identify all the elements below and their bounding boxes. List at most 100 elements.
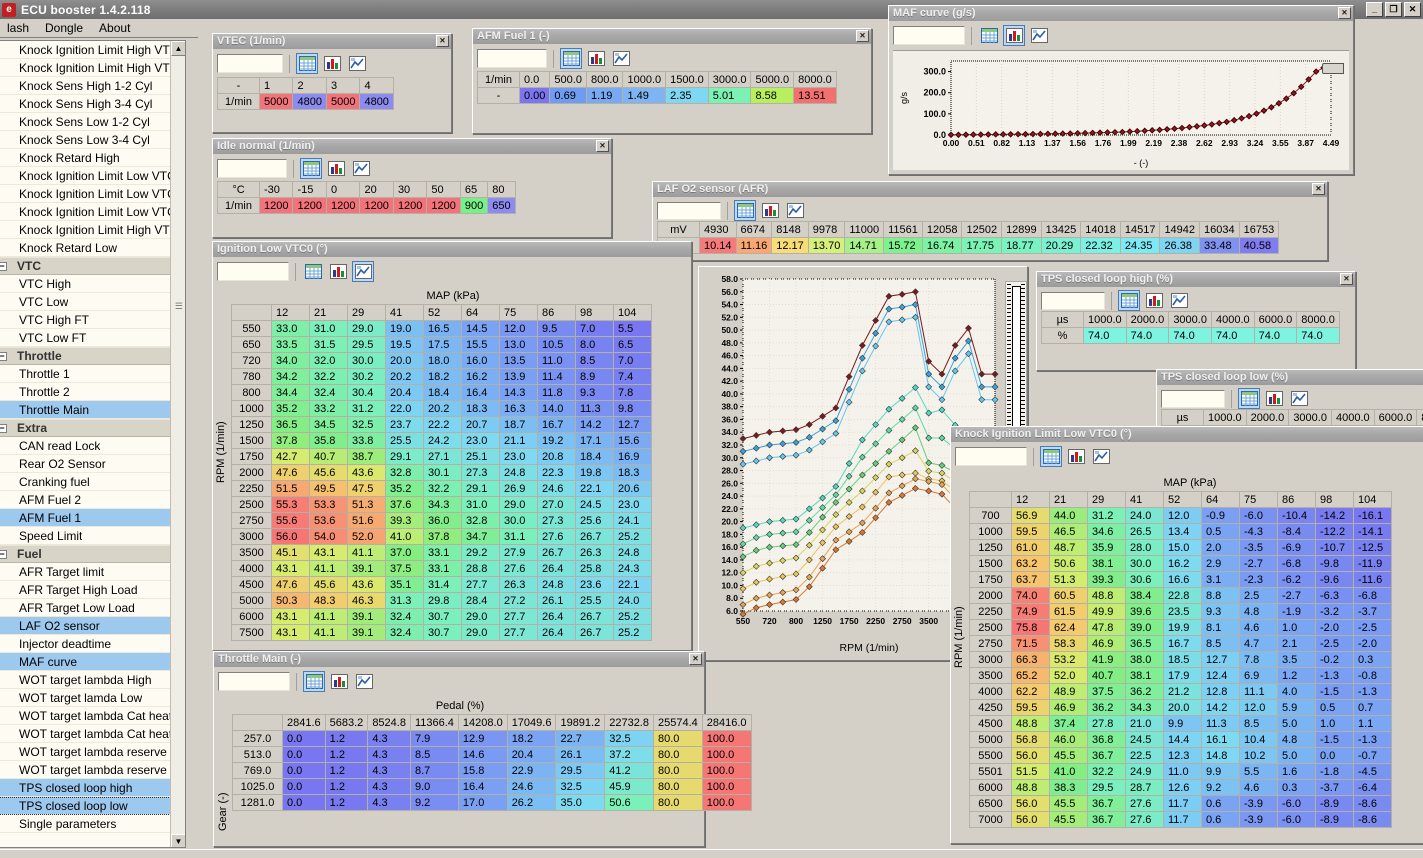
table-cell[interactable]: -3.9 [1239, 811, 1278, 828]
window-toolbar[interactable] [951, 442, 1423, 468]
table-cell[interactable]: 4.8 [1239, 603, 1278, 620]
table-cell[interactable]: -0.9 [1201, 507, 1240, 524]
line-chart-view-icon[interactable] [346, 53, 368, 74]
table-cell[interactable]: -0.7 [1353, 747, 1392, 764]
table-cell[interactable]: 35.2 [385, 480, 424, 497]
table-row[interactable]: 4000 62.2 48.9 37.5 36.2 21.2 12.8 11.1 4.0 -1.5-… [969, 683, 1392, 700]
table-cell[interactable]: -3.7 [1353, 603, 1392, 620]
table-cell[interactable]: 0.0 [282, 794, 326, 811]
table-cell[interactable]: 18.7 [499, 416, 538, 433]
table-cell[interactable]: 35.2 [271, 400, 310, 417]
table-cell[interactable]: 24.35 [1119, 237, 1161, 254]
table-cell[interactable]: -2.7 [1277, 587, 1316, 604]
table-cell[interactable]: 26.2 [506, 794, 557, 811]
table-cell[interactable]: 37.5 [385, 560, 424, 577]
table-cell[interactable]: 33.0 [271, 320, 310, 337]
table-cell[interactable]: 12.0 [1163, 507, 1202, 524]
sidebar-item-knock-sens-high-3-4-cyl[interactable]: Knock Sens High 3-4 Cyl [0, 95, 185, 113]
value-input[interactable] [955, 447, 1027, 466]
window-toolbar[interactable] [213, 49, 451, 75]
table-cell[interactable]: 44.0 [1049, 507, 1088, 524]
expander-icon[interactable]: − [0, 549, 15, 559]
table-view-icon[interactable] [560, 48, 582, 69]
window-controls[interactable]: _ ❐ ✕ [1366, 2, 1421, 17]
table-cell[interactable]: 30.7 [423, 608, 462, 625]
sidebar-item-knock-ignition-limit-low-vtc3[interactable]: Knock Ignition Limit Low VTC3 [0, 167, 185, 185]
table-cell[interactable]: 16.7 [537, 416, 576, 433]
table-row[interactable]: 3000 66.3 53.2 41.9 38.0 18.5 12.7 7.8 3.5 -0.2 0.… [969, 651, 1392, 668]
window-vtec[interactable]: VTEC (1/min) ✕ -1 2 3 4 1/min 5000 4800 5000 480… [212, 33, 452, 133]
table-cell[interactable]: 34.7 [461, 528, 500, 545]
table-cell[interactable]: 45.5 [1049, 795, 1088, 812]
table-cell[interactable]: 46.9 [1049, 699, 1088, 716]
table-cell[interactable]: 45.5 [1049, 811, 1088, 828]
table-cell[interactable]: 14.0 [537, 400, 576, 417]
window-toolbar[interactable] [213, 257, 691, 283]
table-cell[interactable]: 74.0 [1253, 327, 1298, 344]
sidebar-item-single-parameters[interactable]: Single parameters [0, 815, 185, 833]
table-cell[interactable]: 9.3 [1201, 603, 1240, 620]
window-idle-normal[interactable]: Idle normal (1/min) ✕ °C -30 -15 0 20 30 50 65 8… [212, 138, 612, 238]
table-cell[interactable]: -6.0 [1239, 507, 1278, 524]
table-cell[interactable]: 5000 [325, 93, 361, 110]
bar-chart-view-icon[interactable] [1003, 25, 1025, 46]
window-titlebar[interactable]: TPS closed loop high (%) ✕ [1037, 272, 1355, 287]
table-cell[interactable]: 16.9 [613, 448, 652, 465]
table-cell[interactable]: 74.9 [1011, 603, 1050, 620]
table-cell[interactable]: 39.3 [385, 512, 424, 529]
table-cell[interactable]: 22.7 [555, 730, 606, 747]
table-cell[interactable]: -10.7 [1315, 539, 1354, 556]
table-view-icon[interactable] [978, 25, 1000, 46]
sidebar-item-cranking-fuel[interactable]: Cranking fuel [0, 473, 185, 491]
sidebar-item-knock-ignition-limit-high-vtc4[interactable]: Knock Ignition Limit High VTC4 [0, 41, 185, 59]
laf-o2-table[interactable]: mV 4930 6674 8148 9978 11000 11561 12058 12502 12… [657, 221, 1280, 254]
table-cell[interactable]: 26.9 [499, 480, 538, 497]
sidebar-item-afm-fuel-1[interactable]: AFM Fuel 1 [0, 509, 185, 527]
window-toolbar[interactable] [1157, 385, 1423, 409]
table-cell[interactable]: 100.0 [701, 730, 752, 747]
table-cell[interactable]: 8.5 [409, 746, 459, 763]
table-cell[interactable]: 1200 [426, 197, 461, 214]
table-cell[interactable]: 11.8 [537, 384, 576, 401]
table-cell[interactable]: 34.3 [423, 496, 462, 513]
table-cell[interactable]: 46.0 [1049, 731, 1088, 748]
table-cell[interactable]: 17.5 [423, 336, 462, 353]
table-cell[interactable]: -11.6 [1353, 571, 1392, 588]
table-cell[interactable]: 11.0 [537, 352, 576, 369]
table-cell[interactable]: 45.6 [309, 464, 348, 481]
window-toolbar[interactable] [1037, 287, 1355, 311]
table-row[interactable]: 1750 63.7 51.3 39.3 30.6 16.6 3.1 -2.3 -6.2 -9.6-… [969, 571, 1392, 588]
table-cell[interactable]: 8.5 [575, 352, 614, 369]
table-cell[interactable]: 32.2 [423, 480, 462, 497]
table-cell[interactable]: 26.5 [1125, 523, 1164, 540]
table-cell[interactable]: 40.58 [1238, 237, 1280, 254]
table-cell[interactable]: 11.7 [1163, 811, 1202, 828]
line-chart-view-icon[interactable] [1028, 25, 1050, 46]
table-cell[interactable]: 16.7 [1163, 635, 1202, 652]
table-row[interactable]: 650 33.5 31.5 29.5 19.5 17.5 15.5 13.0 10.5 8.0 6.… [231, 336, 652, 353]
close-icon[interactable]: ✕ [1340, 273, 1353, 285]
table-cell[interactable]: 38.3 [1049, 779, 1088, 796]
window-toolbar[interactable] [213, 154, 611, 180]
table-cell[interactable]: 45.6 [309, 576, 348, 593]
table-cell[interactable]: 7.8 [613, 384, 652, 401]
table-cell[interactable]: 6.9 [1239, 667, 1278, 684]
table-cell[interactable]: 11.3 [575, 400, 614, 417]
table-cell[interactable]: 26.7 [575, 528, 614, 545]
table-cell[interactable]: 31.4 [423, 576, 462, 593]
table-cell[interactable]: 4.6 [1239, 779, 1278, 796]
table-row[interactable]: -0.00 0.69 1.19 1.49 2.35 5.01 8.58 13.51 [477, 87, 837, 104]
table-cell[interactable]: 39.1 [347, 608, 386, 625]
table-cell[interactable]: 37.8 [271, 432, 310, 449]
table-cell[interactable]: 1200 [392, 197, 428, 214]
table-cell[interactable]: 20.4 [385, 384, 424, 401]
table-cell[interactable]: 22.1 [575, 480, 614, 497]
table-cell[interactable]: -2.0 [1315, 619, 1354, 636]
table-row[interactable]: 2000 74.0 60.5 48.8 38.4 22.8 8.8 2.5 -2.7 -6.3 -6… [969, 587, 1392, 604]
bar-chart-view-icon[interactable] [585, 48, 607, 69]
table-cell[interactable]: 5.0 [1277, 715, 1316, 732]
table-cell[interactable]: -6.9 [1277, 539, 1316, 556]
table-cell[interactable]: 24.8 [613, 544, 652, 561]
value-input[interactable] [893, 26, 965, 45]
table-cell[interactable]: 46.3 [347, 592, 386, 609]
